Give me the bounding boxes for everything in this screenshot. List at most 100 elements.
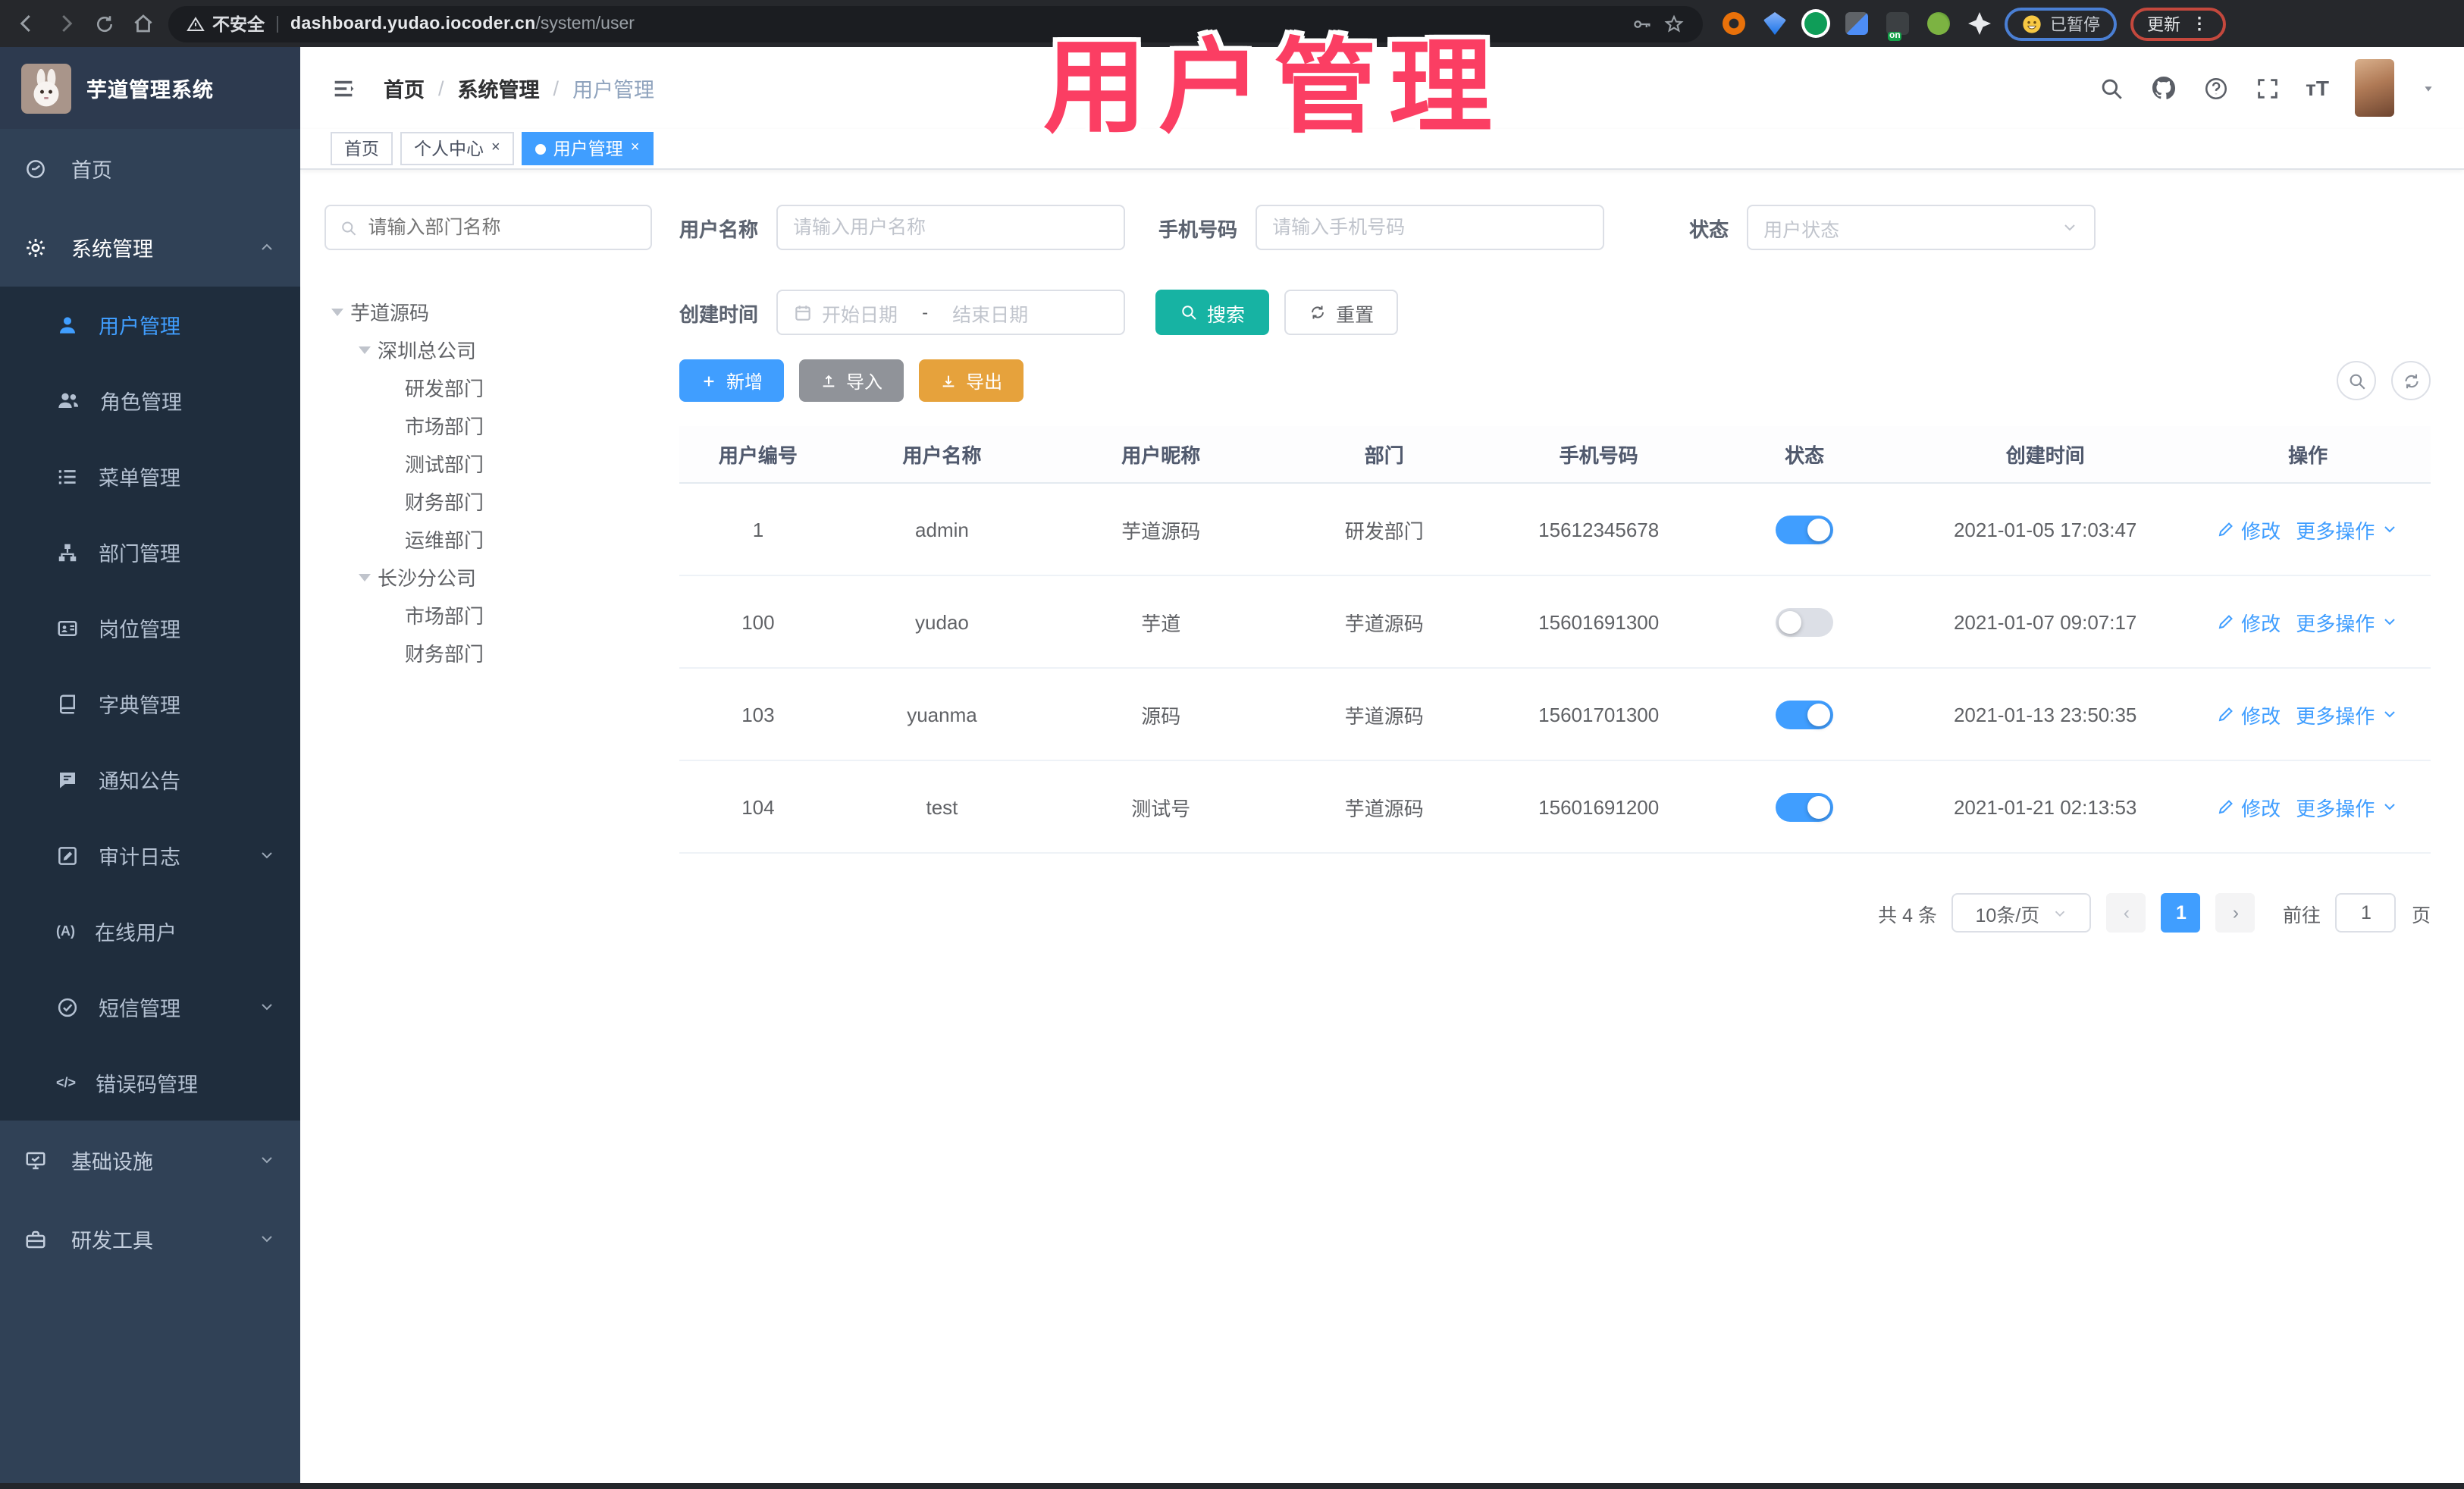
sidebar-item-menu-mgmt[interactable]: 菜单管理 — [0, 438, 300, 514]
filter-created: 创建时间 开始日期 - 结束日期 — [679, 290, 1126, 335]
tree-expand-icon[interactable] — [359, 346, 371, 353]
update-label: 更新 — [2147, 16, 2180, 34]
bookmark-star-icon[interactable] — [1663, 13, 1685, 34]
mobile-input[interactable] — [1272, 217, 1588, 238]
extension-icon[interactable] — [1927, 12, 1950, 35]
extension-icon[interactable]: on — [1886, 12, 1909, 41]
tree-node[interactable]: 研发部门 — [324, 368, 652, 406]
status-toggle[interactable] — [1776, 607, 1834, 636]
sidebar-item-error-code[interactable]: </> 错误码管理 — [0, 1045, 300, 1121]
sidebar-item-online-users[interactable]: (A) 在线用户 — [0, 893, 300, 969]
tree-expand-icon[interactable] — [331, 308, 343, 315]
extension-puzzle-icon[interactable] — [1968, 12, 1991, 35]
extension-icon[interactable] — [1723, 12, 1745, 35]
extension-icon[interactable] — [1763, 12, 1786, 35]
font-size-icon[interactable]: тT — [2306, 76, 2329, 100]
update-chip[interactable]: 更新 ⋮ — [2130, 7, 2226, 40]
password-key-icon[interactable] — [1632, 13, 1653, 34]
cell-dept: 芋道源码 — [1344, 612, 1424, 635]
goto-page-input[interactable] — [2335, 893, 2397, 933]
close-icon[interactable]: × — [491, 140, 500, 156]
tree-node[interactable]: 芋道源码 — [324, 293, 652, 331]
sidebar-item-system[interactable]: 系统管理 — [0, 208, 300, 287]
status-toggle[interactable] — [1776, 792, 1834, 821]
paused-label: 已暂停 — [2050, 16, 2100, 34]
help-icon[interactable] — [2202, 75, 2228, 101]
page-1-button[interactable]: 1 — [2161, 893, 2201, 933]
sidebar-item-post-mgmt[interactable]: 岗位管理 — [0, 590, 300, 666]
sidebar-item-label: 审计日志 — [99, 846, 180, 869]
sidebar-item-home[interactable]: 首页 — [0, 129, 300, 208]
browser-menu-icon[interactable]: ⋮ — [2191, 14, 2209, 33]
refresh-table-button[interactable] — [2391, 361, 2431, 400]
sidebar-item-role-mgmt[interactable]: 角色管理 — [0, 362, 300, 438]
more-actions[interactable]: 更多操作 — [2296, 607, 2399, 636]
import-button[interactable]: 导入 — [799, 359, 904, 402]
tree-node[interactable]: 长沙分公司 — [324, 558, 652, 596]
tree-node[interactable]: 市场部门 — [324, 596, 652, 634]
sidebar-item-notice[interactable]: 通知公告 — [0, 741, 300, 817]
sidebar-item-dept-mgmt[interactable]: 部门管理 — [0, 514, 300, 590]
logo-area[interactable]: 芋道管理系统 — [0, 47, 300, 129]
sidebar-item-infrastructure[interactable]: 基础设施 — [0, 1121, 300, 1199]
tree-node[interactable]: 财务部门 — [324, 634, 652, 672]
sidebar-item-dev-tools[interactable]: 研发工具 — [0, 1199, 300, 1278]
tree-node[interactable]: 财务部门 — [324, 482, 652, 520]
tree-expand-icon[interactable] — [359, 573, 371, 581]
breadcrumb-system[interactable]: 系统管理 — [458, 73, 540, 103]
tree-node-label: 研发部门 — [405, 378, 484, 400]
avatar-caret-icon[interactable] — [2420, 80, 2437, 96]
extension-icon[interactable] — [1804, 12, 1827, 35]
fullscreen-icon[interactable] — [2254, 75, 2280, 101]
table-row: 1 admin 芋道源码 研发部门 15612345678 2021-01-05… — [679, 484, 2431, 576]
export-button[interactable]: 导出 — [919, 359, 1024, 402]
edit-action[interactable]: 修改 — [2217, 792, 2281, 821]
tree-node[interactable]: 测试部门 — [324, 444, 652, 482]
page-size-select[interactable]: 10条/页 — [1951, 893, 2092, 933]
sidebar-item-audit-log[interactable]: 审计日志 — [0, 817, 300, 893]
edit-action[interactable]: 修改 — [2217, 515, 2281, 544]
status-toggle[interactable] — [1776, 700, 1834, 729]
search-button[interactable]: 搜索 — [1155, 290, 1270, 335]
breadcrumb-home[interactable]: 首页 — [384, 73, 425, 103]
dept-search-input[interactable] — [368, 217, 637, 238]
more-actions[interactable]: 更多操作 — [2296, 700, 2399, 729]
tag-user-mgmt[interactable]: 用户管理 × — [521, 132, 654, 165]
prev-page-button[interactable]: ‹ — [2106, 893, 2146, 933]
sidebar-collapse-icon[interactable] — [331, 75, 356, 101]
sidebar-item-sms-mgmt[interactable]: 短信管理 — [0, 969, 300, 1045]
edit-action[interactable]: 修改 — [2217, 700, 2281, 729]
reset-button[interactable]: 重置 — [1284, 290, 1399, 335]
username-input[interactable] — [793, 217, 1109, 238]
search-icon[interactable] — [2098, 75, 2124, 101]
status-select[interactable]: 用户状态 — [1747, 205, 2096, 250]
next-page-button[interactable]: › — [2215, 893, 2256, 933]
date-range-picker[interactable]: 开始日期 - 结束日期 — [776, 290, 1126, 335]
tree-node[interactable]: 市场部门 — [324, 406, 652, 444]
site-security[interactable]: 不安全 — [187, 11, 265, 36]
edit-action[interactable]: 修改 — [2217, 607, 2281, 636]
tag-home[interactable]: 首页 — [331, 132, 393, 165]
forward-icon[interactable] — [55, 12, 77, 35]
address-bar[interactable]: 不安全 | dashboard.yudao.iocoder.cn/system/… — [168, 5, 1703, 42]
more-actions[interactable]: 更多操作 — [2296, 515, 2399, 544]
tag-profile[interactable]: 个人中心 × — [400, 132, 514, 165]
toggle-search-button[interactable] — [2337, 361, 2376, 400]
github-icon[interactable] — [2149, 74, 2177, 102]
tree-node[interactable]: 深圳总公司 — [324, 331, 652, 368]
status-toggle[interactable] — [1776, 515, 1834, 544]
profile-chip[interactable]: 已暂停 — [2005, 7, 2117, 40]
reload-icon[interactable] — [94, 13, 115, 34]
back-icon[interactable] — [15, 12, 38, 35]
add-button[interactable]: 新增 — [679, 359, 785, 402]
url-text[interactable]: dashboard.yudao.iocoder.cn/system/user — [290, 14, 635, 33]
tree-node[interactable]: 运维部门 — [324, 520, 652, 558]
more-actions[interactable]: 更多操作 — [2296, 792, 2399, 821]
home-icon[interactable] — [132, 12, 155, 35]
more-label: 更多操作 — [2296, 797, 2375, 820]
sidebar-item-dict-mgmt[interactable]: 字典管理 — [0, 666, 300, 741]
close-icon[interactable]: × — [631, 140, 640, 156]
sidebar-item-user-mgmt[interactable]: 用户管理 — [0, 287, 300, 362]
extension-icon[interactable] — [1845, 12, 1868, 35]
user-avatar[interactable] — [2355, 59, 2394, 117]
